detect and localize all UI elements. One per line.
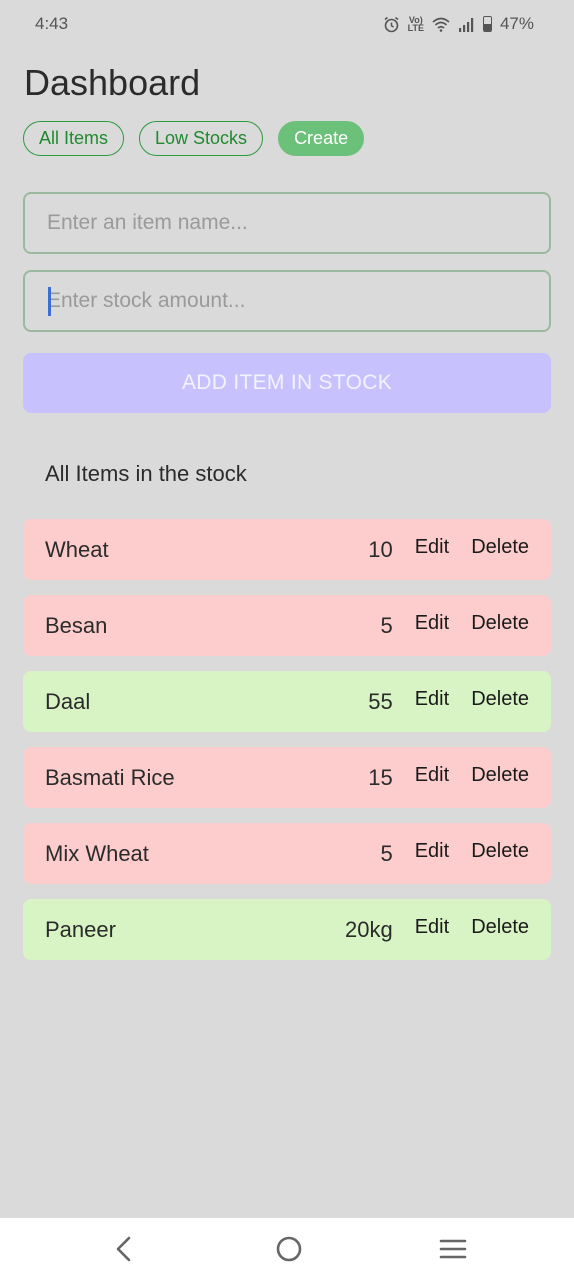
item-quantity: 15 [368, 764, 393, 790]
signal-icon [458, 17, 475, 32]
edit-button[interactable]: Edit [415, 688, 449, 711]
edit-button[interactable]: Edit [415, 764, 449, 787]
list-item: Wheat 10 Edit Delete [23, 519, 551, 580]
status-icons: Vo) LTE 47% [383, 14, 534, 34]
item-quantity: 20kg [345, 916, 393, 942]
edit-button[interactable]: Edit [415, 916, 449, 939]
item-quantity: 5 [380, 840, 393, 866]
delete-button[interactable]: Delete [471, 612, 529, 635]
edit-button[interactable]: Edit [415, 840, 449, 863]
add-item-button[interactable]: ADD ITEM IN STOCK [23, 353, 551, 413]
section-title: All Items in the stock [45, 461, 247, 486]
item-name: Besan [45, 612, 108, 638]
item-name: Basmati Rice [45, 764, 175, 790]
list-item: Mix Wheat 5 Edit Delete [23, 823, 551, 884]
wifi-icon [432, 17, 450, 32]
item-name: Mix Wheat [45, 840, 149, 866]
battery-fill [483, 24, 491, 31]
delete-button[interactable]: Delete [471, 840, 529, 863]
item-name-input[interactable] [47, 211, 549, 235]
item-quantity: 10 [368, 536, 393, 562]
edit-button[interactable]: Edit [415, 612, 449, 635]
item-name: Daal [45, 688, 91, 714]
item-quantity: 5 [380, 612, 393, 638]
text-cursor [48, 287, 51, 316]
delete-button[interactable]: Delete [471, 688, 529, 711]
back-icon[interactable] [108, 1233, 140, 1265]
status-bar: 4:43 Vo) LTE 47% [0, 0, 574, 48]
edit-button[interactable]: Edit [415, 536, 449, 559]
item-quantity: 55 [368, 688, 393, 714]
item-name: Wheat [45, 536, 109, 562]
tab-low-stocks[interactable]: Low Stocks [139, 121, 264, 156]
volte-line-2: LTE [407, 23, 424, 33]
list-item: Daal 55 Edit Delete [23, 671, 551, 732]
list-item: Besan 5 Edit Delete [23, 595, 551, 656]
delete-button[interactable]: Delete [471, 764, 529, 787]
volte-icon: Vo) LTE [407, 16, 424, 33]
tab-create[interactable]: Create [278, 121, 365, 156]
item-name: Paneer [45, 916, 116, 942]
list-item: Basmati Rice 15 Edit Delete [23, 747, 551, 808]
status-time: 4:43 [35, 14, 69, 33]
delete-button[interactable]: Delete [471, 916, 529, 939]
delete-button[interactable]: Delete [471, 536, 529, 559]
list-item: Paneer 20kg Edit Delete [23, 899, 551, 960]
stock-amount-input[interactable] [47, 289, 549, 313]
item-list: Wheat 10 Edit Delete Besan 5 Edit Delete… [23, 519, 551, 975]
page-title: Dashboard [24, 62, 201, 103]
alarm-icon [383, 16, 400, 33]
battery-icon [482, 16, 492, 32]
stock-amount-field[interactable] [23, 270, 551, 332]
home-icon[interactable] [273, 1233, 305, 1265]
tab-all-items[interactable]: All Items [23, 121, 125, 156]
item-name-field[interactable] [23, 192, 551, 254]
system-nav-bar [0, 1218, 574, 1280]
filter-tabs: All Items Low Stocks Create [23, 121, 365, 156]
battery-percentage: 47% [499, 14, 534, 33]
recents-icon[interactable] [437, 1233, 469, 1265]
screen: 4:43 Vo) LTE 47% Dashboard All Items Low… [0, 0, 574, 1280]
